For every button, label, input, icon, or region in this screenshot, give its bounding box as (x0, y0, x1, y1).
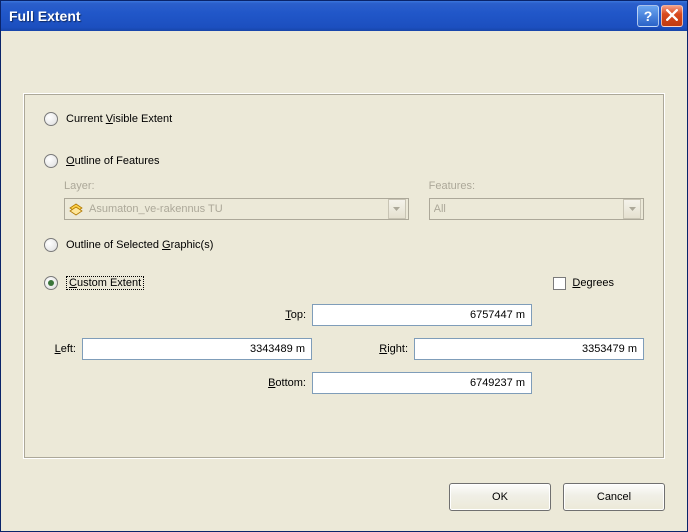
left-field[interactable]: 3343489 m (82, 338, 312, 360)
cancel-label: Cancel (597, 491, 631, 503)
degrees-checkbox[interactable]: Degrees (553, 277, 614, 290)
radio-icon (44, 276, 58, 290)
radio-icon (44, 154, 58, 168)
help-icon: ? (644, 8, 653, 24)
left-label: Left: (44, 343, 76, 355)
layer-combo-text: Asumaton_ve-rakennus TU (89, 203, 388, 215)
ok-label: OK (492, 491, 508, 503)
ok-button[interactable]: OK (449, 483, 551, 511)
titlebar-buttons: ? (637, 5, 683, 27)
features-label: Features: (429, 180, 644, 192)
layer-combo: Asumaton_ve-rakennus TU (64, 198, 409, 220)
top-field[interactable]: 6757447 m (312, 304, 532, 326)
chevron-down-icon (623, 199, 641, 219)
right-label: Right: (368, 343, 408, 355)
right-value: 3353479 m (582, 343, 637, 355)
top-value: 6757447 m (470, 309, 525, 321)
extent-fields: Top: 6757447 m Left: 3343489 m (44, 304, 644, 394)
chevron-down-icon (388, 199, 406, 219)
features-combo-text: All (434, 203, 623, 215)
close-icon (666, 8, 678, 24)
radio-icon (44, 238, 58, 252)
dialog-buttons: OK Cancel (449, 483, 665, 511)
titlebar: Full Extent ? (1, 1, 687, 31)
radio-outline-graphic[interactable]: Outline of Selected Graphic(s) (44, 238, 644, 252)
radio-label: Outline of Selected Graphic(s) (66, 239, 213, 251)
checkbox-label: Degrees (572, 277, 614, 289)
bottom-label: Bottom: (156, 377, 306, 389)
radio-current-visible[interactable]: Current Visible Extent (44, 112, 644, 126)
radio-label: Custom Extent (66, 276, 144, 290)
main-groupbox: Current Visible Extent Outline of Featur… (23, 93, 665, 459)
layer-label: Layer: (64, 180, 409, 192)
window-title: Full Extent (9, 8, 637, 24)
bottom-value: 6749237 m (470, 377, 525, 389)
close-button[interactable] (661, 5, 683, 27)
bottom-field[interactable]: 6749237 m (312, 372, 532, 394)
client-area: Current Visible Extent Outline of Featur… (1, 31, 687, 531)
radio-custom-extent[interactable]: Custom Extent (44, 276, 144, 290)
help-button[interactable]: ? (637, 5, 659, 27)
checkbox-icon (553, 277, 566, 290)
outline-features-subgroup: Layer: Asumaton_ve-rakennus TU (64, 180, 644, 220)
right-field[interactable]: 3353479 m (414, 338, 644, 360)
dialog-window: Full Extent ? Current Visible Extent (0, 0, 688, 532)
layer-icon (69, 202, 83, 216)
radio-label: Current Visible Extent (66, 113, 172, 125)
radio-outline-features[interactable]: Outline of Features (44, 154, 644, 168)
radio-label: Outline of Features (66, 155, 160, 167)
left-value: 3343489 m (250, 343, 305, 355)
radio-icon (44, 112, 58, 126)
features-combo: All (429, 198, 644, 220)
cancel-button[interactable]: Cancel (563, 483, 665, 511)
top-label: Top: (156, 309, 306, 321)
